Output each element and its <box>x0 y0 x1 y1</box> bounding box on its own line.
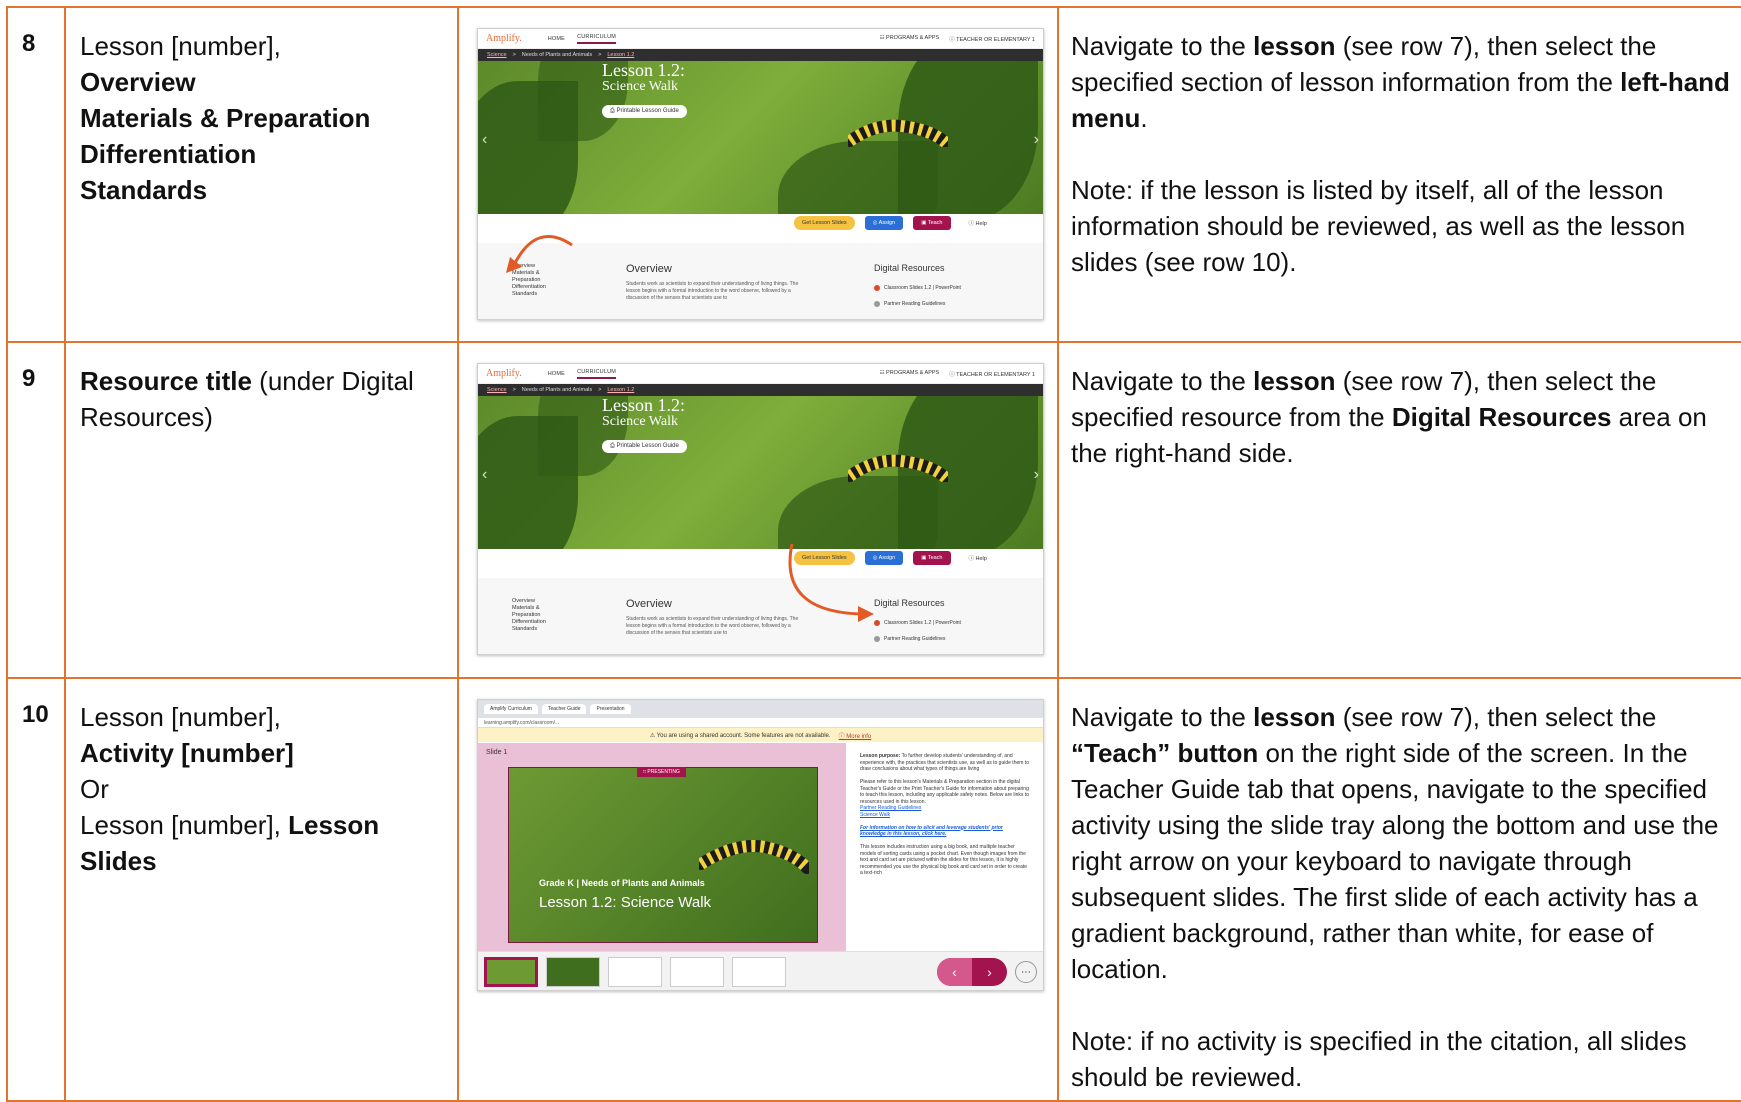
resource-item: Partner Reading Guidelines <box>874 636 945 642</box>
chevron-left-icon: ‹ <box>482 131 488 148</box>
screenshot-cell: Amplify. HOME CURRICULUM ☷ PROGRAMS & AP… <box>459 8 1059 343</box>
prev-arrow-icon: ‹ <box>937 958 972 986</box>
slide-lesson-title: Lesson 1.2: Science Walk <box>539 894 712 911</box>
slide-thumbnail <box>608 957 662 987</box>
browser-tabs: Amplify Curriculum Teacher Guide Present… <box>478 700 1043 718</box>
help-button: ⓘ Help <box>968 221 987 227</box>
slide-preview: □ PRESENTING Grade K | Needs of Plants a… <box>508 767 818 943</box>
teach-button: ▣ Teach <box>913 551 951 565</box>
slide-tray: ‹ › ⋯ <box>478 951 1043 990</box>
citation-format: Lesson [number], Overview Materials & Pr… <box>66 8 459 343</box>
screenshot-cell: Amplify Curriculum Teacher Guide Present… <box>459 679 1059 1102</box>
hero-banner: ‹ › Lesson 1.2: Science Walk ⎙ Printable… <box>478 396 1043 549</box>
amplify-logo: Amplify. <box>486 33 522 44</box>
presenting-badge: □ PRESENTING <box>637 767 686 777</box>
chevron-right-icon: › <box>1033 466 1039 483</box>
note: Note: if no activity is specified in the… <box>1071 1026 1687 1092</box>
resource-item: Classroom Slides 1.2 | PowerPoint <box>874 285 961 291</box>
slide-thumbnail <box>484 957 538 987</box>
instructions: Navigate to the lesson (see row 7), then… <box>1059 8 1741 343</box>
slide-label: Slide 1 <box>486 749 508 756</box>
label-line: Lesson [number], <box>80 31 281 61</box>
caterpillar-image <box>699 840 809 874</box>
arrow-annotation-icon <box>788 543 874 622</box>
shared-account-warning: ⚠ You are using a shared account. Some f… <box>478 728 1043 742</box>
printable-guide-button: ⎙ Printable Lesson Guide <box>602 105 687 118</box>
citation-format: Resource title (under Digital Resources) <box>66 343 459 679</box>
nav-curriculum: CURRICULUM <box>577 34 617 44</box>
slide-thumbnail <box>732 957 786 987</box>
next-arrow-icon: › <box>987 964 992 980</box>
resource-item: Partner Reading Guidelines <box>874 301 945 307</box>
hero-subtitle: Science Walk <box>602 414 678 429</box>
lesson-page-screenshot: Amplify. HOME CURRICULUM ☷ PROGRAMS & AP… <box>477 28 1044 320</box>
more-icon: ⋯ <box>1015 961 1037 983</box>
help-button: ⓘ Help <box>968 556 987 562</box>
screenshot-cell: Amplify. HOME CURRICULUM ☷ PROGRAMS & AP… <box>459 343 1059 679</box>
arrow-annotation-icon <box>506 235 573 273</box>
breadcrumb: Science > Needs of Plants and Animals > Le… <box>478 49 1043 61</box>
powerpoint-icon <box>874 285 880 291</box>
caterpillar-image <box>848 119 948 147</box>
lesson-actions: Get Lesson Slides ◎ Assign ▣ Teach ⓘ Hel… <box>794 215 995 231</box>
row-number: 8 <box>8 8 66 343</box>
amplify-logo: Amplify. <box>486 368 522 379</box>
nav-account: ⓘ TEACHER OR ELEMENTARY 1 <box>949 36 1035 43</box>
document-icon <box>874 636 880 642</box>
caterpillar-image <box>848 454 948 482</box>
nav-programs: ☷ PROGRAMS & APPS <box>879 369 940 376</box>
slide-grade: Grade K | Needs of Plants and Animals <box>539 878 705 888</box>
assign-button: ◎ Assign <box>864 216 904 230</box>
printable-guide-button: ⎙ Printable Lesson Guide <box>602 440 687 453</box>
crumb: Needs of Plants and Animals <box>521 52 593 58</box>
slide-pane: Slide 1 □ PRESENTING Grade K | Needs of … <box>478 743 846 951</box>
slide-nav: ‹ › <box>937 958 1007 986</box>
nav-programs: ☷ PROGRAMS & APPS <box>879 34 940 41</box>
label-bold: Standards <box>80 175 208 205</box>
hero-subtitle: Science Walk <box>602 79 678 94</box>
row-number: 9 <box>8 343 66 679</box>
resource-item: Classroom Slides 1.2 | PowerPoint <box>874 620 961 626</box>
slide-thumbnail <box>670 957 724 987</box>
note: Note: if the lesson is listed by itself,… <box>1071 175 1686 277</box>
get-slides-button: Get Lesson Slides <box>794 216 855 230</box>
citation-format: Lesson [number], Activity [number] Or Le… <box>66 679 459 1102</box>
nav-home: HOME <box>547 35 566 42</box>
overview-title: Overview <box>626 598 672 610</box>
teacher-notes: Lesson purpose: To further develop stude… <box>846 743 1043 951</box>
nav-home: HOME <box>547 370 566 377</box>
url-bar: learning.amplify.com/classroom/... <box>478 718 1043 728</box>
hero-title: Lesson 1.2: <box>602 396 685 415</box>
chevron-right-icon: › <box>1033 131 1039 148</box>
overview-text: Students work as scientists to expand th… <box>626 281 799 301</box>
crumb: Science <box>487 52 507 58</box>
hero-banner: ‹ › Lesson 1.2: Science Walk ⎙ Printable… <box>478 61 1043 214</box>
crumb: Lesson 1.2 <box>607 52 635 58</box>
instructions: Navigate to the lesson (see row 7), then… <box>1059 679 1741 1102</box>
slide-thumbnail <box>546 957 600 987</box>
instructions: Navigate to the lesson (see row 7), then… <box>1059 343 1741 679</box>
chevron-left-icon: ‹ <box>482 466 488 483</box>
top-nav: Amplify. HOME CURRICULUM ☷ PROGRAMS & AP… <box>478 29 1043 49</box>
breadcrumb: Science > Needs of Plants and Animals > Le… <box>478 384 1043 396</box>
document-icon <box>874 301 880 307</box>
digital-resources-title: Digital Resources <box>874 598 945 608</box>
left-menu: Overview Materials & Preparation Differe… <box>512 598 546 632</box>
digital-resources-title: Digital Resources <box>874 263 945 273</box>
label-bold: Differentiation <box>80 139 257 169</box>
citation-table: 8 Lesson [number], Overview Materials & … <box>6 6 1741 1102</box>
lesson-lower: Overview Materials & Preparation Differe… <box>478 578 1043 654</box>
nav-curriculum: CURRICULUM <box>577 369 617 379</box>
top-nav: Amplify. HOME CURRICULUM ☷ PROGRAMS & AP… <box>478 364 1043 384</box>
lesson-page-screenshot: Amplify. HOME CURRICULUM ☷ PROGRAMS & AP… <box>477 363 1044 655</box>
nav-account: ⓘ TEACHER OR ELEMENTARY 1 <box>949 371 1035 378</box>
teacher-guide-screenshot: Amplify Curriculum Teacher Guide Present… <box>477 699 1044 991</box>
teach-button: ▣ Teach <box>913 216 951 230</box>
row-number: 10 <box>8 679 66 1102</box>
label-bold: Overview <box>80 67 196 97</box>
hero-title: Lesson 1.2: <box>602 61 685 80</box>
teacher-guide-body: Slide 1 □ PRESENTING Grade K | Needs of … <box>478 743 1043 951</box>
overview-title: Overview <box>626 263 672 275</box>
label-bold: Materials & Preparation <box>80 103 371 133</box>
